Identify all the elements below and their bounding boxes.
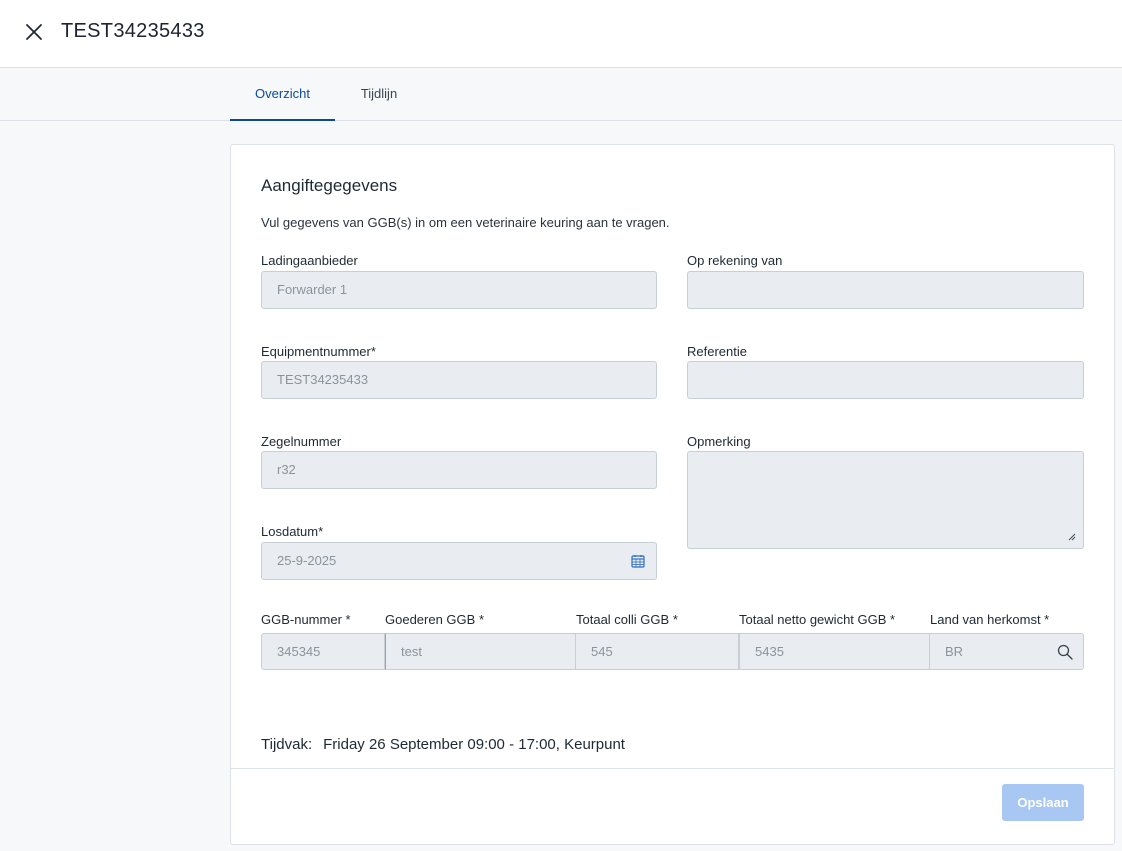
top-bar: TEST34235433 bbox=[0, 0, 1122, 68]
ggb-row: 345345 test 545 5435 BR bbox=[261, 633, 1084, 670]
zegelnummer-label: Zegelnummer bbox=[261, 434, 342, 449]
land-van-herkomst-value: BR bbox=[945, 644, 964, 659]
opmerking-label: Opmerking bbox=[687, 434, 751, 449]
tijdvak-info: Tijdvak: Friday 26 September 09:00 - 17:0… bbox=[261, 736, 625, 753]
op-rekening-van-field[interactable] bbox=[687, 271, 1084, 309]
totaal-netto-gewicht-header: Totaal netto gewicht GGB * bbox=[739, 612, 896, 627]
totaal-colli-header: Totaal colli GGB * bbox=[576, 612, 678, 627]
tab-overzicht[interactable]: Overzicht bbox=[230, 68, 335, 121]
opmerking-textarea[interactable] bbox=[687, 451, 1084, 549]
ggb-nummer-field[interactable]: 345345 bbox=[261, 633, 385, 670]
land-van-herkomst-header: Land van herkomst * bbox=[930, 612, 1050, 627]
totaal-colli-field[interactable]: 545 bbox=[576, 633, 739, 670]
zegelnummer-field[interactable]: r32 bbox=[261, 451, 657, 489]
tijdvak-label: Tijdvak: bbox=[261, 736, 313, 753]
op-rekening-van-label: Op rekening van bbox=[687, 253, 783, 268]
ladingaanbieder-field[interactable]: Forwarder 1 bbox=[261, 271, 657, 309]
referentie-label: Referentie bbox=[687, 344, 747, 359]
tab-tijdlijn[interactable]: Tijdlijn bbox=[335, 68, 423, 121]
close-button[interactable] bbox=[22, 20, 46, 44]
close-icon bbox=[26, 24, 42, 40]
ladingaanbieder-label: Ladingaanbieder bbox=[261, 253, 358, 268]
equipmentnummer-field[interactable]: TEST34235433 bbox=[261, 361, 657, 399]
equipmentnummer-label: Equipmentnummer* bbox=[261, 344, 376, 359]
tijdvak-value: Friday 26 September 09:00 - 17:00, Keurp… bbox=[323, 736, 625, 753]
divider bbox=[231, 768, 1114, 769]
losdatum-label: Losdatum* bbox=[261, 524, 324, 539]
section-title: Aangiftegegevens bbox=[261, 176, 398, 195]
losdatum-field[interactable]: 25-9-2025 bbox=[261, 542, 657, 580]
ggb-nummer-header: GGB-nummer * bbox=[261, 612, 351, 627]
losdatum-value: 25-9-2025 bbox=[277, 553, 337, 568]
referentie-field[interactable] bbox=[687, 361, 1084, 399]
search-icon[interactable] bbox=[1057, 644, 1073, 660]
resize-handle-icon[interactable] bbox=[1066, 531, 1076, 541]
save-button[interactable]: Opslaan bbox=[1002, 784, 1084, 821]
calendar-icon[interactable] bbox=[631, 554, 645, 568]
land-van-herkomst-field[interactable]: BR bbox=[930, 633, 1084, 670]
goederen-ggb-header: Goederen GGB * bbox=[385, 612, 484, 627]
goederen-ggb-field[interactable]: test bbox=[385, 633, 576, 670]
declaration-card: Aangiftegegevens Vul gegevens van GGB(s)… bbox=[230, 144, 1115, 845]
totaal-netto-gewicht-field[interactable]: 5435 bbox=[739, 633, 930, 670]
page-title: TEST34235433 bbox=[61, 20, 205, 42]
tab-bar: Overzicht Tijdlijn bbox=[0, 68, 1122, 121]
section-description: Vul gegevens van GGB(s) in om een veteri… bbox=[261, 215, 670, 230]
